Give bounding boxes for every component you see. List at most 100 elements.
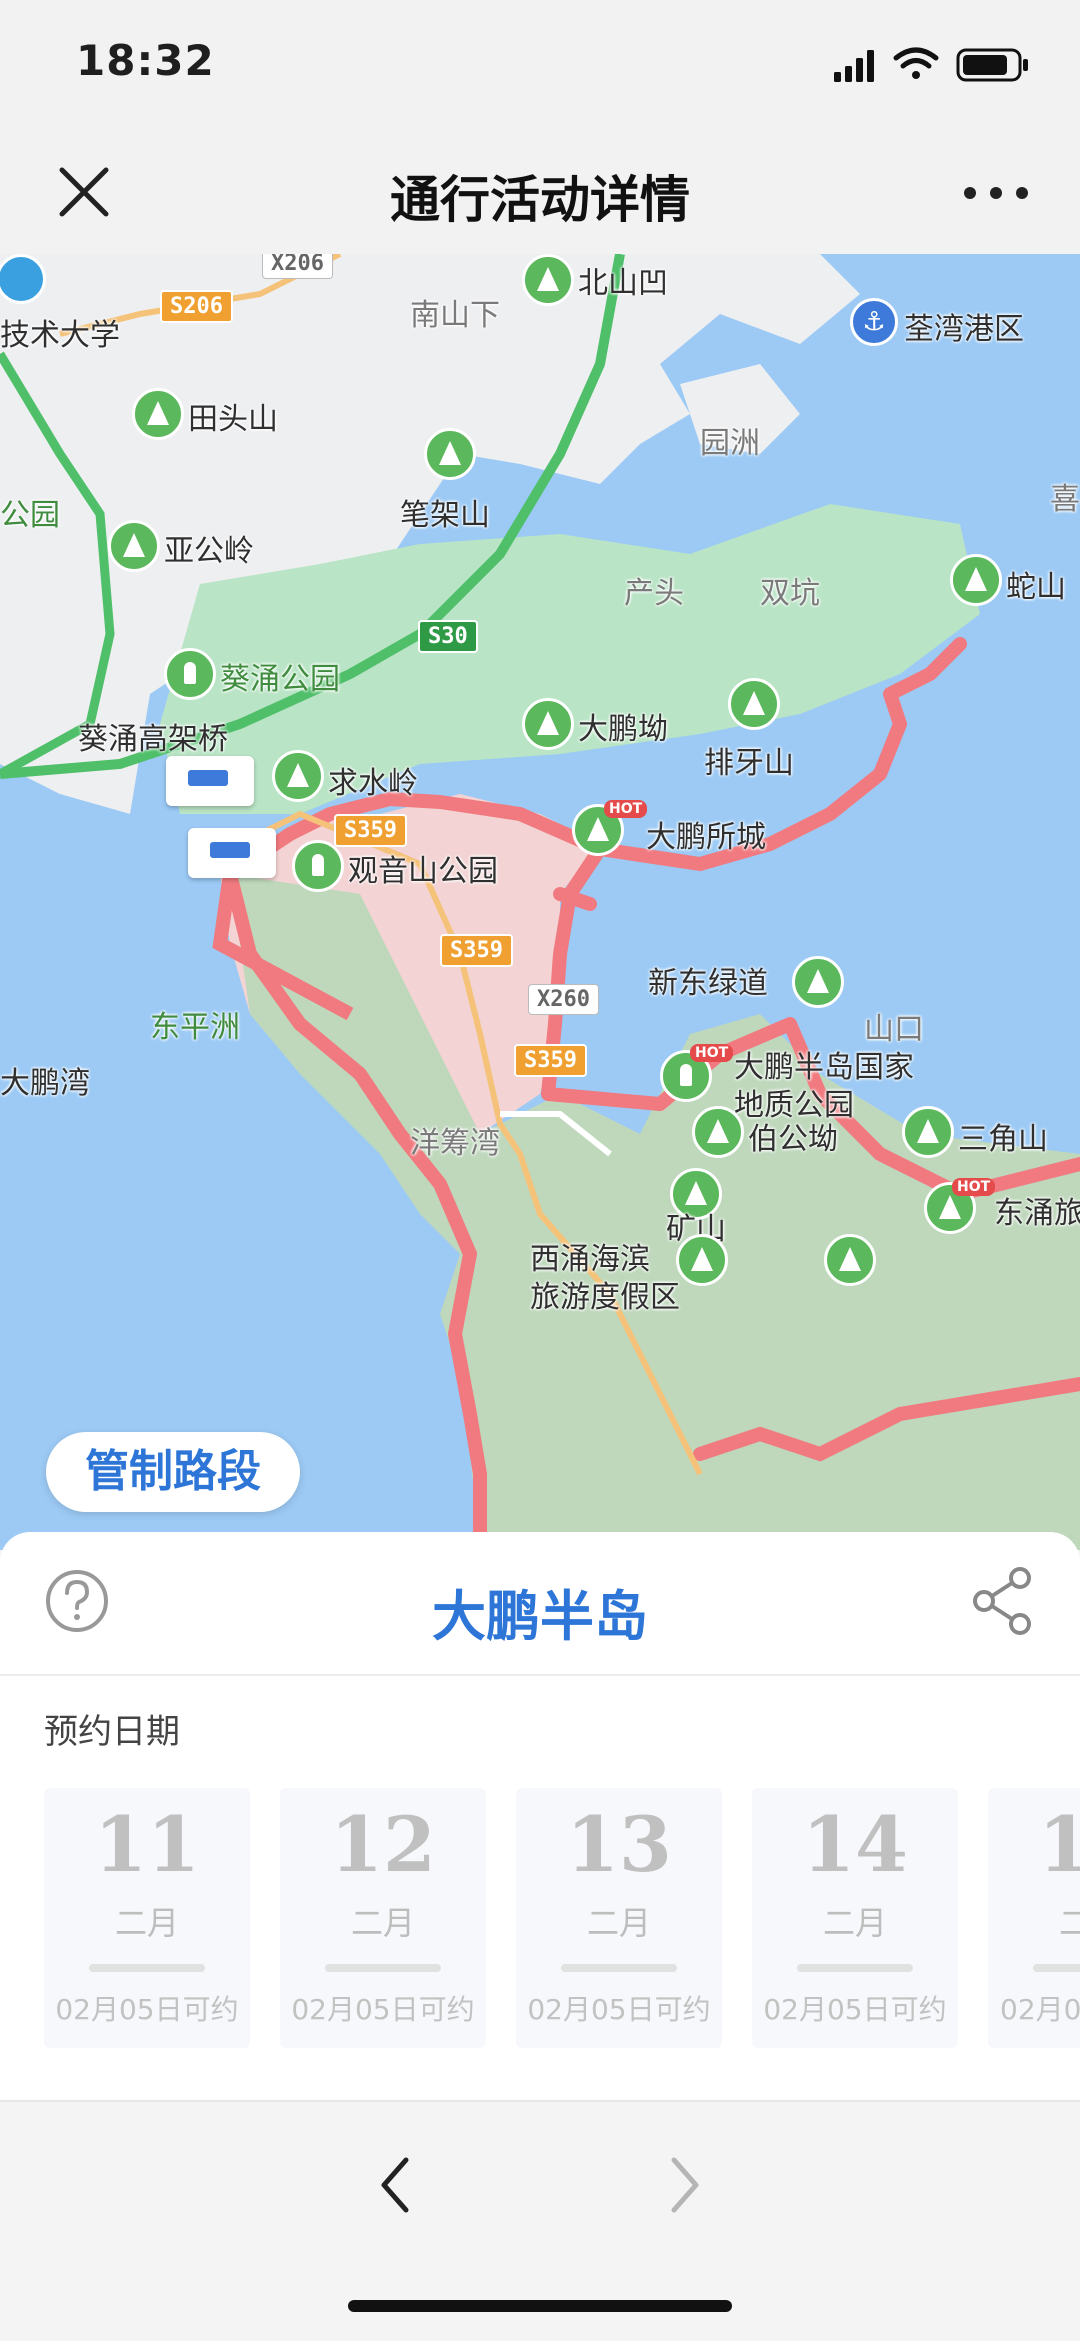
control-section-button[interactable]: 管制路段 (46, 1432, 300, 1512)
date-availability-bar (797, 1964, 913, 1972)
status-bar: 18:32 (0, 0, 1080, 130)
map-label-yagongling[interactable]: 亚公岭 (164, 526, 254, 570)
map-label-sheshan[interactable]: 蛇山 (1006, 562, 1066, 606)
date-picker-row[interactable]: 11 二月 02月05日可约 12 二月 02月05日可约 13 二月 02月0… (44, 1788, 1080, 2048)
map-label-nanshanxia: 南山下 (410, 298, 500, 333)
mountain-icon[interactable] (792, 956, 844, 1008)
mountain-icon[interactable] (522, 698, 574, 750)
map-label-yangchouwan: 洋筹湾 (410, 1126, 500, 1161)
date-availability-bar (325, 1964, 441, 1972)
date-month: 二月 (1058, 1904, 1080, 1942)
hot-badge: HOT (952, 1178, 996, 1196)
date-card[interactable]: 14 二月 02月05日可约 (752, 1788, 958, 2048)
mountain-icon[interactable] (950, 554, 1002, 606)
map-label-tiantoushan[interactable]: 田头山 (188, 394, 278, 438)
map-label-xiyong-line2[interactable]: 旅游度假区 (530, 1272, 680, 1316)
mountain-icon[interactable] (272, 750, 324, 802)
back-arrow-icon[interactable] (370, 2150, 420, 2220)
map-label-bogongao[interactable]: 伯公坳 (748, 1114, 838, 1158)
hot-badge: HOT (604, 800, 648, 818)
booking-date-label: 预约日期 (44, 1712, 180, 1752)
map-label-beishanao[interactable]: 北山凹 (578, 258, 668, 302)
browser-toolbar (0, 2100, 1080, 2341)
date-card[interactable]: 12 二月 02月05日可约 (280, 1788, 486, 2048)
mountain-icon[interactable] (108, 520, 160, 572)
date-day: 11 (94, 1800, 200, 1889)
date-month: 二月 (114, 1904, 179, 1942)
cellular-signal-icon (834, 50, 874, 82)
road-sign-x206: X206 (262, 254, 333, 279)
road-sign-s206: S206 (160, 290, 233, 323)
road-sign-x260: X260 (528, 984, 599, 1015)
date-availability-bar (89, 1964, 205, 1972)
date-available-note: 02月05日可约 (291, 1993, 475, 2026)
date-card[interactable]: 15 二月 02月05日可约 (988, 1788, 1080, 2048)
map-label-qiushuiling[interactable]: 求水岭 (328, 758, 418, 802)
page-title: 通行活动详情 (390, 171, 690, 229)
park-icon[interactable] (292, 840, 344, 892)
park-icon[interactable] (164, 648, 216, 700)
more-options-icon[interactable] (956, 168, 1036, 218)
map-label-dapengao[interactable]: 大鹏坳 (578, 704, 668, 748)
map-label-dapeng-fortress[interactable]: 大鹏所城 (646, 812, 766, 856)
road-sign-s359-b: S359 (440, 934, 513, 967)
divider (0, 1674, 1080, 1676)
mountain-icon[interactable] (728, 678, 780, 730)
map-label-kuiyong-park[interactable]: 葵涌公园 (220, 654, 340, 698)
status-icons (834, 47, 1028, 82)
mountain-icon[interactable] (132, 388, 184, 440)
map-label-dapeng-bay: 大鹏湾 (0, 1066, 90, 1101)
date-available-note: 02月05日可约 (55, 1993, 239, 2026)
mountain-icon[interactable] (676, 1234, 728, 1286)
map-label-xindong-greenway[interactable]: 新东绿道 (648, 958, 768, 1002)
traffic-camera-icon[interactable] (166, 756, 254, 806)
mountain-icon[interactable] (692, 1106, 744, 1158)
mountain-icon[interactable] (902, 1106, 954, 1158)
road-sign-s30: S30 (418, 620, 478, 653)
map-label-edge-park: 公园 (0, 498, 60, 533)
date-availability-bar (561, 1964, 677, 1972)
nav-bar: 通行活动详情 (0, 130, 1080, 254)
date-card[interactable]: 13 二月 02月05日可约 (516, 1788, 722, 2048)
map-label-paiyashan[interactable]: 排牙山 (704, 738, 794, 782)
home-indicator[interactable] (348, 2300, 732, 2312)
date-available-note: 02月05日可约 (1000, 1993, 1080, 2026)
date-day: 13 (566, 1800, 672, 1889)
map-view[interactable]: 技术大学 X206 S206 南山下 北山凹 ⚓ 荃湾港区 田头山 笔架山 园洲… (0, 254, 1080, 1550)
date-day: 12 (330, 1800, 436, 1889)
bottom-sheet: 大鹏半岛 预约日期 11 二月 02月05日可约 12 二月 02月05日可约 … (0, 1532, 1080, 2100)
date-day: 15 (1038, 1800, 1080, 1889)
map-canvas (0, 254, 1080, 1550)
mountain-icon[interactable] (424, 428, 476, 480)
date-card[interactable]: 11 二月 02月05日可约 (44, 1788, 250, 2048)
map-label-kuiyong-bridge[interactable]: 葵涌高架桥 (78, 714, 228, 758)
date-available-note: 02月05日可约 (527, 1993, 711, 2026)
map-label-shuangkeng: 双坑 (760, 576, 820, 611)
map-label-tech-univ[interactable]: 技术大学 (0, 310, 120, 354)
map-label-sanjiaoshan[interactable]: 三角山 (958, 1114, 1048, 1158)
hot-badge: HOT (690, 1044, 734, 1062)
mountain-icon[interactable] (522, 254, 574, 306)
road-sign-s359-c: S359 (514, 1044, 587, 1077)
date-month: 二月 (586, 1904, 651, 1942)
area-title: 大鹏半岛 (432, 1585, 648, 1648)
date-availability-bar (1033, 1964, 1080, 1972)
traffic-camera-icon[interactable] (188, 828, 276, 878)
share-icon[interactable] (970, 1566, 1036, 1636)
map-label-quanwan-port[interactable]: 荃湾港区 (904, 304, 1024, 348)
map-label-yuanzhou: 园洲 (700, 426, 760, 461)
map-label-dongyong[interactable]: 东涌旅 (994, 1188, 1080, 1232)
road-sign-s359-a: S359 (334, 814, 407, 847)
forward-arrow-icon[interactable] (660, 2150, 710, 2220)
map-label-edge-xi: 喜 (1050, 482, 1080, 517)
date-available-note: 02月05日可约 (763, 1993, 947, 2026)
map-label-bijiashan[interactable]: 笔架山 (400, 490, 490, 534)
map-label-dongpingzhou: 东平洲 (150, 1010, 240, 1045)
map-label-guanyinshan-park[interactable]: 观音山公园 (348, 846, 498, 890)
date-day: 14 (802, 1800, 908, 1889)
date-month: 二月 (350, 1904, 415, 1942)
battery-icon (956, 48, 1028, 82)
anchor-icon[interactable]: ⚓ (850, 298, 898, 346)
mountain-icon[interactable] (824, 1234, 876, 1286)
map-label-chantou: 产头 (624, 576, 684, 611)
